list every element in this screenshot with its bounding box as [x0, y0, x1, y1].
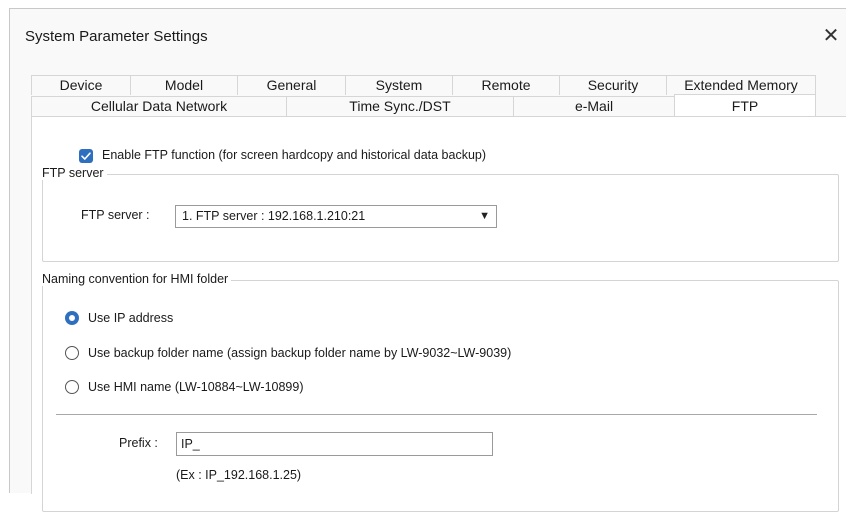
tab-cellular-data-network[interactable]: Cellular Data Network: [31, 96, 286, 116]
ftp-server-select[interactable]: 1. FTP server : 192.168.1.210:21 ▼: [175, 205, 497, 228]
caret-down-icon: ▼: [479, 210, 490, 222]
checkmark-icon: [81, 152, 91, 160]
ftp-panel: Enable FTP function (for screen hardcopy…: [31, 116, 846, 512]
tab-system[interactable]: System: [345, 75, 452, 95]
tab-ftp[interactable]: FTP: [674, 94, 816, 116]
tab-security[interactable]: Security: [559, 75, 666, 95]
ftp-server-label: FTP server :: [81, 208, 150, 222]
tab-time-sync-dst[interactable]: Time Sync./DST: [286, 96, 513, 116]
tab-remote[interactable]: Remote: [452, 75, 559, 95]
tab-row-1: Device Model General System Remote Secur…: [31, 75, 816, 95]
enable-ftp-label: Enable FTP function (for screen hardcopy…: [102, 148, 487, 162]
tab-general[interactable]: General: [237, 75, 345, 95]
prefix-label: Prefix :: [119, 436, 158, 450]
use-ip-address-label: Use IP address: [88, 311, 174, 325]
tab-model[interactable]: Model: [130, 75, 237, 95]
naming-convention-legend: Naming convention for HMI folder: [39, 272, 232, 286]
tab-e-mail[interactable]: e-Mail: [513, 96, 674, 116]
title-bar: System Parameter Settings ✕: [10, 9, 846, 61]
tab-row-2: Cellular Data Network Time Sync./DST e-M…: [31, 94, 816, 116]
enable-ftp-checkbox[interactable]: [79, 149, 93, 163]
naming-convention-group: Naming convention for HMI folder Use IP …: [39, 272, 839, 512]
use-hmi-name-label: Use HMI name (LW-10884~LW-10899): [88, 380, 304, 394]
ftp-server-legend: FTP server: [39, 166, 107, 180]
use-backup-folder-name-label: Use backup folder name (assign backup fo…: [88, 346, 512, 360]
dialog-title: System Parameter Settings: [25, 28, 208, 45]
tab-device[interactable]: Device: [31, 75, 130, 95]
radio-use-ip-address[interactable]: [65, 311, 79, 325]
settings-dialog: System Parameter Settings ✕ Device Model…: [9, 8, 846, 512]
ftp-server-selected-value: 1. FTP server : 192.168.1.210:21: [182, 209, 366, 223]
ftp-server-group: FTP server FTP server : 1. FTP server : …: [39, 166, 839, 262]
divider: [56, 414, 817, 415]
close-icon[interactable]: ✕: [818, 23, 844, 49]
tab-extended-memory[interactable]: Extended Memory: [666, 75, 816, 95]
radio-use-backup-folder-name[interactable]: [65, 346, 79, 360]
prefix-input[interactable]: IP_: [176, 432, 493, 456]
radio-use-hmi-name[interactable]: [65, 380, 79, 394]
prefix-example: (Ex : IP_192.168.1.25): [176, 468, 302, 482]
